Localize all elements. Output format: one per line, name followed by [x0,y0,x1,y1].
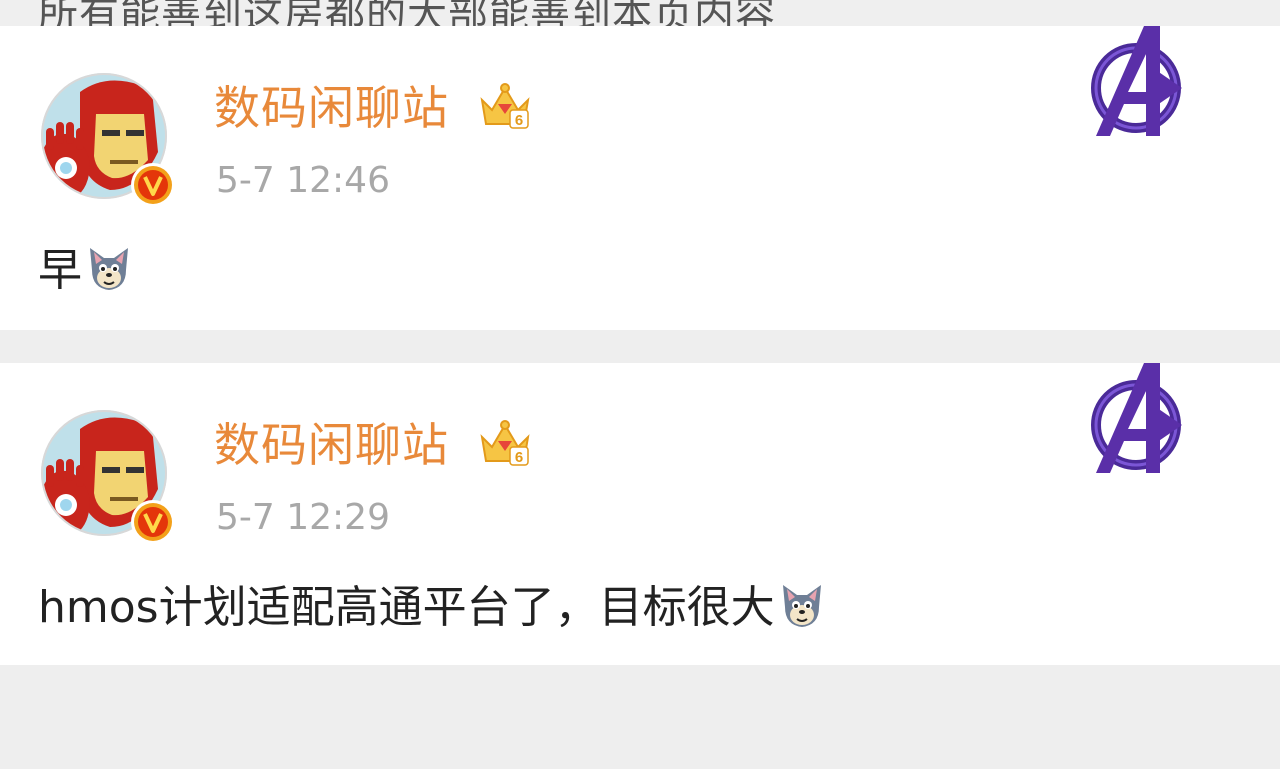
avatar[interactable] [40,72,175,207]
verified-v-badge-icon [131,500,175,544]
timestamp: 5-7 12:46 [216,160,390,201]
previous-post-fragment: 所有能善到这房都的大部能善到本页内容 [0,0,1280,26]
member-crown-icon: 6 [480,420,530,466]
post-card[interactable]: 数码闲聊站 6 5-7 12:29 hmos计划适配高通平台了，目标很大 [0,363,1280,665]
member-crown-icon: 6 [480,83,530,129]
username[interactable]: 数码闲聊站 [214,415,449,475]
post-text: hmos计划适配高通平台了，目标很大 [38,582,775,633]
post-content: hmos计划适配高通平台了，目标很大 [38,575,825,641]
tom-cat-emoji-icon [782,585,821,627]
post-card[interactable]: 数码闲聊站 6 5-7 12:46 早 [0,26,1280,330]
username[interactable]: 数码闲聊站 [214,78,449,138]
level-number: 6 [515,112,523,129]
verified-v-badge-icon [131,163,175,207]
timestamp: 5-7 12:29 [216,497,390,538]
previous-post-text: 所有能善到这房都的大部能善到本页内容 [38,0,776,26]
level-number: 6 [515,449,523,466]
avengers-logo-icon [1091,363,1182,473]
post-content: 早 [38,238,132,304]
avatar[interactable] [40,409,175,544]
tom-cat-emoji-icon [90,248,128,290]
post-text: 早 [38,245,82,296]
avengers-logo-icon [1091,26,1182,136]
